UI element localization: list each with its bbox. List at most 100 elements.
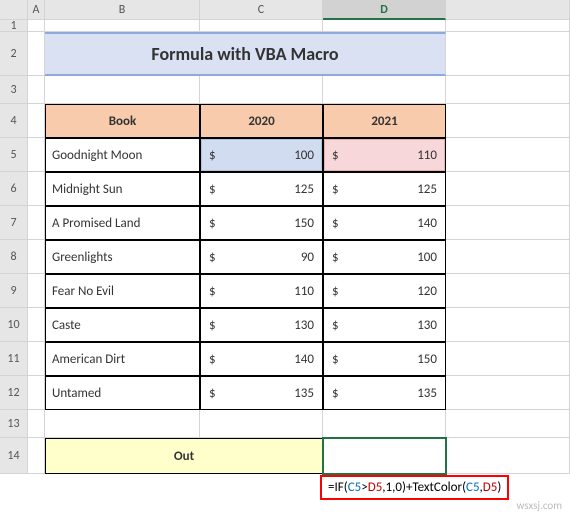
cell[interactable] <box>45 76 200 104</box>
money-value: 140 <box>294 352 314 367</box>
table-row-y2021[interactable]: $150 <box>323 342 446 376</box>
row-header-8[interactable]: 8 <box>0 240 28 274</box>
row-header-6[interactable]: 6 <box>0 172 28 206</box>
row-header-9[interactable]: 9 <box>0 274 28 308</box>
table-row-y2021[interactable]: $110 <box>323 138 446 172</box>
table-row-y2021[interactable]: $125 <box>323 172 446 206</box>
cell[interactable] <box>446 104 570 138</box>
table-row-y2020[interactable]: $130 <box>200 308 323 342</box>
cell[interactable] <box>446 410 570 438</box>
table-row-y2021[interactable]: $100 <box>323 240 446 274</box>
table-header-2021[interactable]: 2021 <box>323 104 446 138</box>
col-header-b[interactable]: B <box>45 0 200 20</box>
cell[interactable] <box>446 308 570 342</box>
cell[interactable] <box>446 32 570 76</box>
cell[interactable] <box>28 376 45 410</box>
cell[interactable] <box>446 206 570 240</box>
cell[interactable] <box>446 376 570 410</box>
table-row-name[interactable]: Midnight Sun <box>45 172 200 206</box>
cell[interactable] <box>28 32 45 76</box>
row-header-13[interactable]: 13 <box>0 410 28 438</box>
table-row-name[interactable]: Goodnight Moon <box>45 138 200 172</box>
cell[interactable] <box>45 20 200 32</box>
row-header-5[interactable]: 5 <box>0 138 28 172</box>
table-row-name[interactable]: Greenlights <box>45 240 200 274</box>
cell[interactable] <box>446 20 570 32</box>
table-row-y2021[interactable]: $140 <box>323 206 446 240</box>
cell[interactable] <box>28 410 45 438</box>
row-header-3[interactable]: 3 <box>0 76 28 104</box>
money-value: 135 <box>417 386 437 401</box>
table-header-2020[interactable]: 2020 <box>200 104 323 138</box>
table-row-name[interactable]: A Promised Land <box>45 206 200 240</box>
cell[interactable] <box>45 410 200 438</box>
cell[interactable] <box>200 76 323 104</box>
table-row-y2020[interactable]: $150 <box>200 206 323 240</box>
formula-ref-c5-2: C5 <box>466 480 480 495</box>
col-header-c[interactable]: C <box>200 0 323 20</box>
table-row-y2021[interactable]: $135 <box>323 376 446 410</box>
currency-symbol: $ <box>209 352 216 367</box>
cell[interactable] <box>28 172 45 206</box>
row-header-7[interactable]: 7 <box>0 206 28 240</box>
money-value: 90 <box>301 250 314 265</box>
table-row-y2020[interactable]: $125 <box>200 172 323 206</box>
table-row-y2021[interactable]: $120 <box>323 274 446 308</box>
formula-n0: 0 <box>395 480 402 495</box>
row-header-2[interactable]: 2 <box>0 32 28 76</box>
col-header-d[interactable]: D <box>323 0 446 20</box>
table-row-y2020[interactable]: $135 <box>200 376 323 410</box>
out-value-cell[interactable] <box>323 438 446 474</box>
table-row-y2021[interactable]: $130 <box>323 308 446 342</box>
row-header-1[interactable]: 1 <box>0 20 28 32</box>
table-row-y2020[interactable]: $110 <box>200 274 323 308</box>
cell[interactable] <box>446 274 570 308</box>
cell[interactable] <box>28 76 45 104</box>
table-row-y2020[interactable]: $100 <box>200 138 323 172</box>
cell[interactable] <box>446 172 570 206</box>
currency-symbol: $ <box>209 148 216 163</box>
currency-symbol: $ <box>332 318 339 333</box>
cell[interactable] <box>200 410 323 438</box>
select-all-corner[interactable] <box>0 0 28 20</box>
money-value: 125 <box>417 182 437 197</box>
cell[interactable] <box>446 438 570 474</box>
row-header-14[interactable]: 14 <box>0 438 28 474</box>
row-header-11[interactable]: 11 <box>0 342 28 376</box>
cell[interactable] <box>446 240 570 274</box>
cell[interactable] <box>28 274 45 308</box>
cell[interactable] <box>446 138 570 172</box>
cell[interactable] <box>28 308 45 342</box>
cell[interactable] <box>28 206 45 240</box>
cell[interactable] <box>28 104 45 138</box>
cell[interactable] <box>446 76 570 104</box>
cell[interactable] <box>28 240 45 274</box>
col-header-empty[interactable] <box>446 0 570 20</box>
cell[interactable] <box>28 20 45 32</box>
out-label[interactable]: Out <box>45 438 323 474</box>
cell[interactable] <box>323 410 446 438</box>
cell[interactable] <box>28 342 45 376</box>
money-value: 125 <box>294 182 314 197</box>
table-row-y2020[interactable]: $90 <box>200 240 323 274</box>
currency-symbol: $ <box>209 318 216 333</box>
cell[interactable] <box>446 342 570 376</box>
table-row-name[interactable]: Fear No Evil <box>45 274 200 308</box>
row-header-10[interactable]: 10 <box>0 308 28 342</box>
currency-symbol: $ <box>332 216 339 231</box>
cell[interactable] <box>323 76 446 104</box>
table-row-name[interactable]: Untamed <box>45 376 200 410</box>
col-header-a[interactable]: A <box>28 0 45 20</box>
table-row-y2020[interactable]: $140 <box>200 342 323 376</box>
currency-symbol: $ <box>332 284 339 299</box>
cell[interactable] <box>28 138 45 172</box>
row-header-4[interactable]: 4 <box>0 104 28 138</box>
cell[interactable] <box>200 20 323 32</box>
cell[interactable] <box>323 20 446 32</box>
cell[interactable] <box>28 438 45 474</box>
row-header-12[interactable]: 12 <box>0 376 28 410</box>
spreadsheet-grid[interactable]: A B C D 1 2 Formula with VBA Macro 3 4 B… <box>0 0 570 474</box>
table-row-name[interactable]: American Dirt <box>45 342 200 376</box>
table-row-name[interactable]: Caste <box>45 308 200 342</box>
table-header-book[interactable]: Book <box>45 104 200 138</box>
